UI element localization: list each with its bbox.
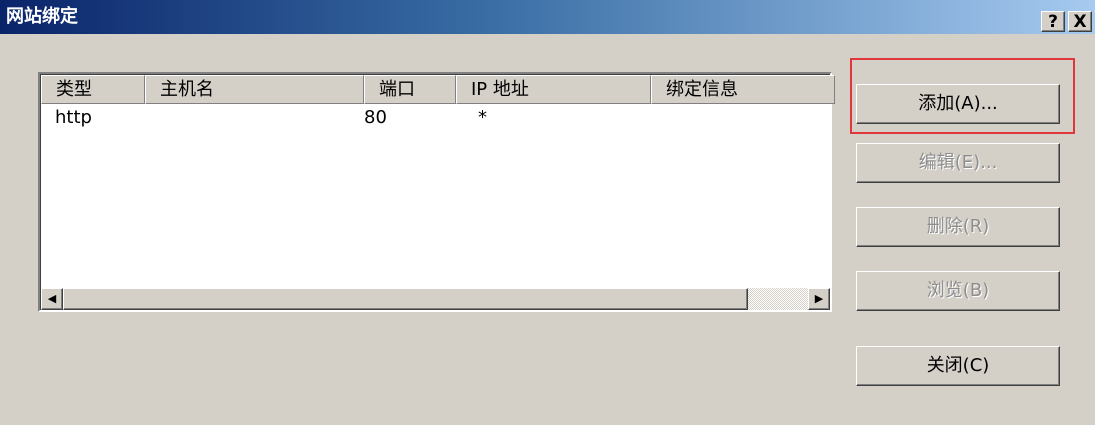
help-button[interactable]: ? [1041,11,1065,32]
question-icon: ? [1048,12,1058,32]
scrollbar-track[interactable] [748,288,808,310]
close-window-button[interactable]: X [1068,11,1092,32]
column-header-host[interactable]: 主机名 [145,75,364,104]
title-bar[interactable]: 网站绑定 ? X [0,0,1095,34]
horizontal-scrollbar[interactable]: ◀ ▶ [41,288,830,310]
add-button[interactable]: 添加(A)... [856,84,1060,124]
column-header-port[interactable]: 端口 [364,75,456,104]
scrollbar-thumb[interactable] [63,288,748,310]
dialog-title: 网站绑定 [6,6,78,27]
site-bindings-dialog: 网站绑定 ? X 类型 主机名 端口 IP 地址 绑定信息 http 80 * [0,0,1095,425]
column-header-type[interactable]: 类型 [41,75,145,104]
bindings-list[interactable]: 类型 主机名 端口 IP 地址 绑定信息 http 80 * ◀ ▶ [38,72,835,312]
column-header-ip[interactable]: IP 地址 [456,75,651,104]
browse-button[interactable]: 浏览(B) [856,271,1060,311]
arrow-right-icon: ▶ [814,292,824,305]
scroll-left-button[interactable]: ◀ [41,288,63,310]
edit-button[interactable]: 编辑(E)... [856,143,1060,183]
column-header-binding[interactable]: 绑定信息 [651,75,835,104]
arrow-left-icon: ◀ [47,292,57,305]
delete-button[interactable]: 删除(R) [856,207,1060,247]
list-header: 类型 主机名 端口 IP 地址 绑定信息 [41,75,835,104]
cell-port: 80 [364,107,387,128]
table-row[interactable]: http 80 * [41,105,830,135]
close-button[interactable]: 关闭(C) [856,346,1060,386]
cell-type: http [55,107,92,128]
cell-ip: * [478,107,487,128]
bindings-list-body: 类型 主机名 端口 IP 地址 绑定信息 http 80 * ◀ ▶ [40,74,835,310]
close-icon: X [1073,12,1087,32]
scroll-right-button[interactable]: ▶ [808,288,830,310]
